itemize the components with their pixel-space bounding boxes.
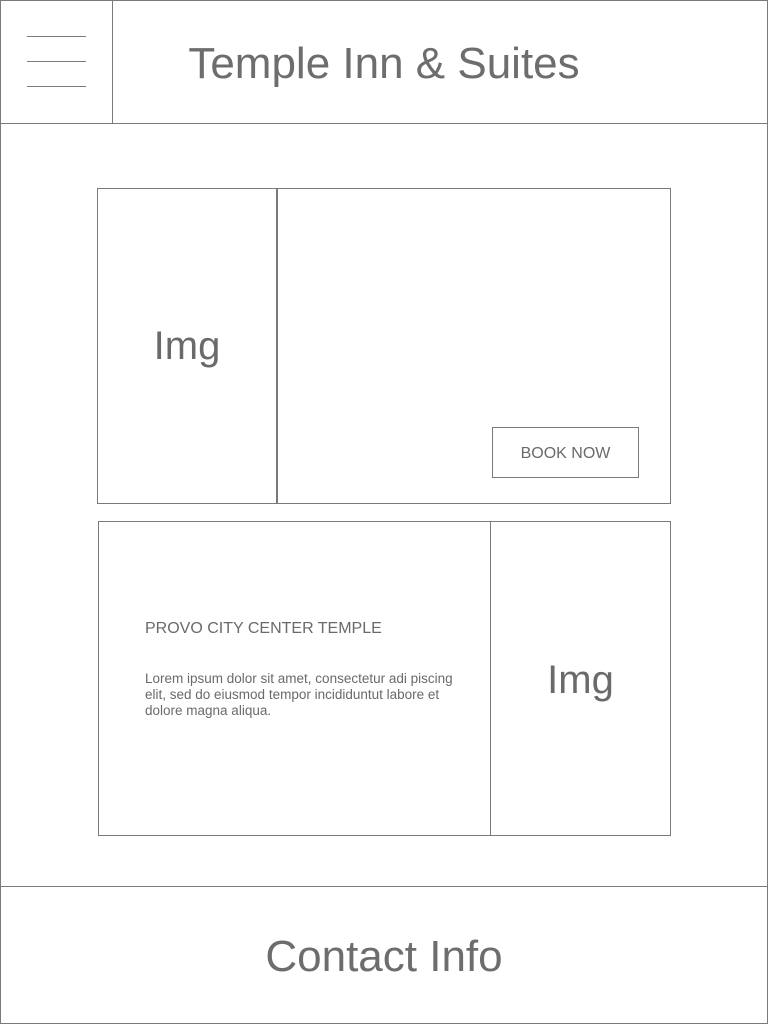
- temple-card-body: Lorem ipsum dolor sit amet, consectetur …: [145, 671, 453, 718]
- image-placeholder-label: Img: [153, 324, 221, 368]
- image-placeholder-label: Img: [547, 658, 614, 702]
- image-placeholder: Img: [490, 522, 670, 835]
- contact-info-heading: Contact Info: [265, 932, 503, 981]
- site-footer: Contact Info: [0, 886, 768, 1024]
- menu-line: [27, 36, 86, 37]
- page-frame: [0, 0, 768, 1024]
- temple-card: PROVO CITY CENTER TEMPLE Lorem ipsum dol…: [98, 521, 671, 836]
- hero-card: Img BOOK NOW: [97, 188, 671, 504]
- image-placeholder: Img: [98, 189, 278, 503]
- book-now-button[interactable]: BOOK NOW: [492, 427, 639, 478]
- temple-card-heading: PROVO CITY CENTER TEMPLE: [145, 620, 382, 637]
- site-header: Temple Inn & Suites: [0, 0, 768, 124]
- site-title: Temple Inn & Suites: [188, 39, 580, 88]
